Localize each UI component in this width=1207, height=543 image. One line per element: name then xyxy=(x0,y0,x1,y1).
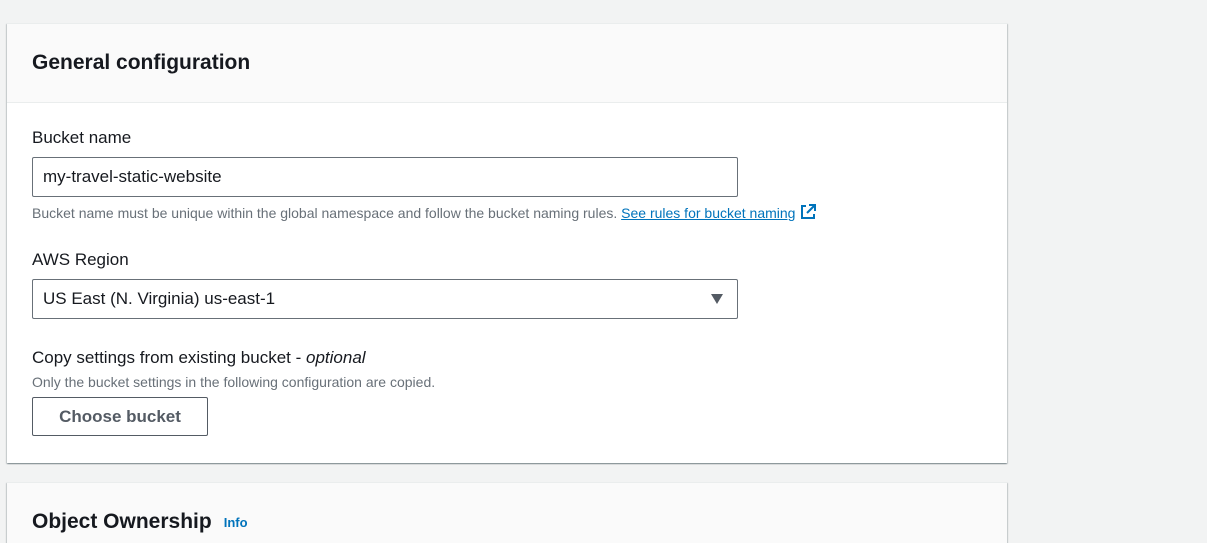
general-configuration-panel: General configuration Bucket name my-tra… xyxy=(7,23,1007,463)
bucket-name-help-text: Bucket name must be unique within the gl… xyxy=(32,205,618,221)
object-ownership-title: Object Ownership Info xyxy=(32,508,248,537)
bucket-name-value: my-travel-static-website xyxy=(43,167,222,186)
bucket-naming-rules-link[interactable]: See rules for bucket naming xyxy=(621,204,817,221)
object-ownership-info-link[interactable]: Info xyxy=(224,515,248,530)
copy-settings-label: Copy settings from existing bucket - opt… xyxy=(32,347,366,369)
copy-settings-label-text: Copy settings from existing bucket - xyxy=(32,348,307,367)
copy-settings-help: Only the bucket settings in the followin… xyxy=(32,374,436,390)
caret-down-icon xyxy=(711,294,723,304)
external-link-icon xyxy=(799,203,817,225)
general-configuration-title: General configuration xyxy=(32,51,251,74)
bucket-name-input[interactable]: my-travel-static-website xyxy=(32,157,738,197)
bucket-name-help: Bucket name must be unique within the gl… xyxy=(32,203,817,225)
bucket-name-label: Bucket name xyxy=(32,128,132,147)
aws-region-select[interactable]: US East (N. Virginia) us-east-1 xyxy=(32,279,738,319)
object-ownership-panel: Object Ownership Info xyxy=(7,482,1007,543)
bucket-naming-rules-link-text: See rules for bucket naming xyxy=(621,205,796,221)
general-configuration-header: General configuration xyxy=(7,24,1007,103)
object-ownership-title-text: Object Ownership xyxy=(32,510,212,533)
object-ownership-header: Object Ownership Info xyxy=(7,483,1007,543)
optional-tag: optional xyxy=(306,348,366,367)
choose-bucket-button[interactable]: Choose bucket xyxy=(32,397,208,436)
aws-region-label: AWS Region xyxy=(32,250,129,269)
aws-region-selected-value: US East (N. Virginia) us-east-1 xyxy=(43,289,276,308)
